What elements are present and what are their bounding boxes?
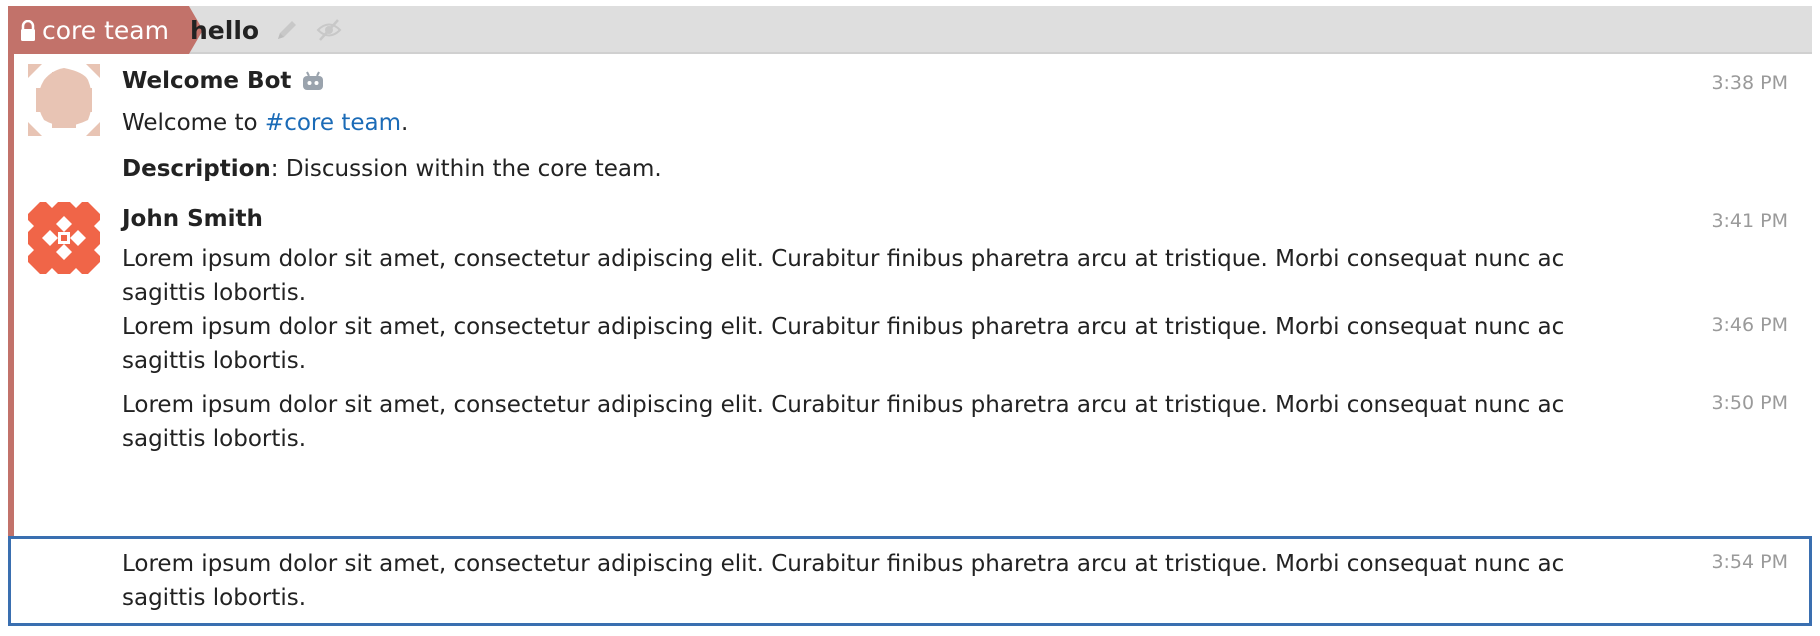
stream-link[interactable]: #core team	[265, 110, 401, 136]
message-content: Welcome to #core team.	[122, 106, 1592, 140]
message-row[interactable]: John Smith 3:41 PM Lorem ipsum dolor sit…	[8, 194, 1812, 306]
selected-message-row[interactable]: 3:54 PM Lorem ipsum dolor sit amet, cons…	[8, 536, 1812, 626]
bot-icon	[301, 70, 325, 92]
recipient-bar: core team hello	[8, 6, 1812, 54]
description-label: Description	[122, 156, 271, 182]
sender-name[interactable]: John Smith	[122, 206, 263, 232]
sender-name[interactable]: Welcome Bot	[122, 68, 325, 94]
stream-name-tag[interactable]: core team	[8, 6, 203, 54]
message-group: core team hello Welcome Bot 3:38 PM Welc…	[8, 6, 1812, 628]
message-row[interactable]: 3:46 PM Lorem ipsum dolor sit amet, cons…	[8, 306, 1812, 384]
sender-name-text: John Smith	[122, 206, 263, 232]
message-content: Lorem ipsum dolor sit amet, consectetur …	[122, 392, 1565, 452]
message-time[interactable]: 3:41 PM	[1711, 210, 1788, 232]
topic-area: hello	[190, 6, 343, 54]
lock-icon	[20, 19, 36, 41]
message-description: Description: Discussion within the core …	[122, 152, 1592, 186]
pencil-icon[interactable]	[273, 16, 301, 44]
message-time[interactable]: 3:38 PM	[1711, 72, 1788, 94]
avatar[interactable]	[28, 64, 100, 136]
sender-name-text: Welcome Bot	[122, 68, 292, 94]
message-row[interactable]: Welcome Bot 3:38 PM Welcome to #core tea…	[8, 54, 1812, 194]
message-time[interactable]: 3:46 PM	[1711, 314, 1788, 336]
topic-name[interactable]: hello	[190, 16, 259, 45]
message-row[interactable]: 3:50 PM Lorem ipsum dolor sit amet, cons…	[8, 384, 1812, 462]
message-time[interactable]: 3:54 PM	[1711, 551, 1788, 573]
welcome-suffix: .	[401, 110, 409, 136]
description-text: : Discussion within the core team.	[270, 156, 662, 182]
message-content: Lorem ipsum dolor sit amet, consectetur …	[122, 314, 1565, 374]
eye-slash-icon[interactable]	[315, 16, 343, 44]
avatar[interactable]	[28, 202, 100, 274]
stream-name: core team	[42, 15, 169, 45]
message-time[interactable]: 3:50 PM	[1711, 392, 1788, 414]
message-content: Lorem ipsum dolor sit amet, consectetur …	[122, 551, 1565, 611]
welcome-prefix: Welcome to	[122, 110, 265, 136]
message-content: Lorem ipsum dolor sit amet, consectetur …	[122, 246, 1565, 306]
